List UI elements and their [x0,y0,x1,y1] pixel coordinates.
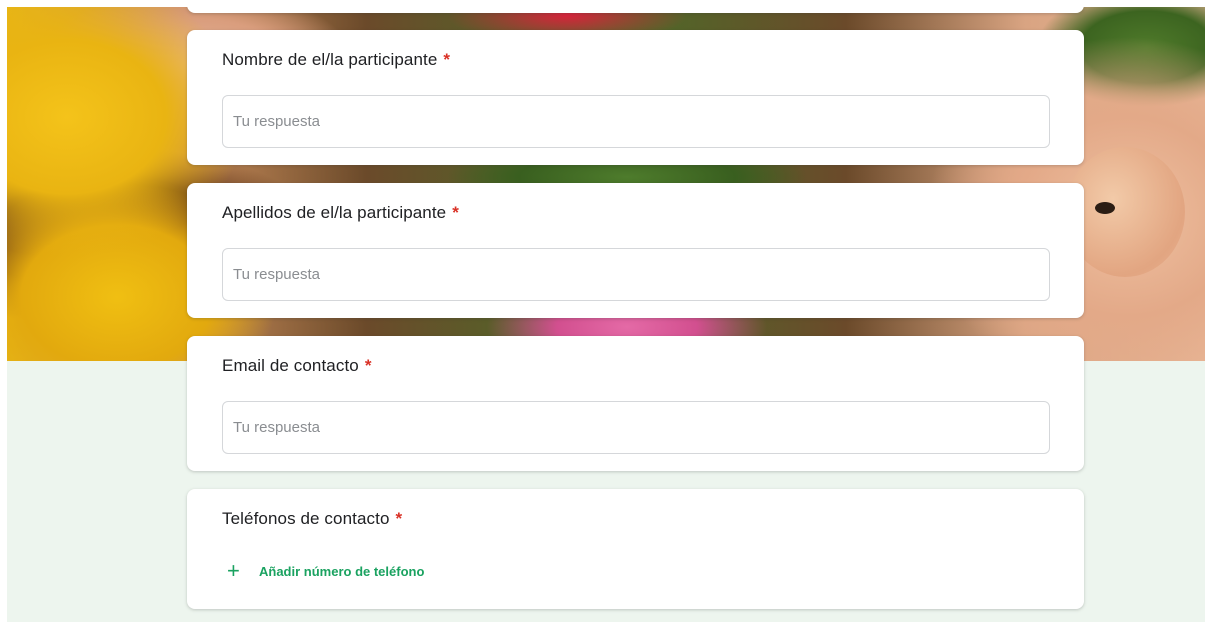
question-label: Teléfonos de contacto [222,509,390,528]
question-title: Teléfonos de contacto * [222,509,402,529]
hero-child-eye [1095,202,1115,214]
apellidos-input[interactable] [222,248,1050,301]
question-card-nombre: Nombre de el/la participante * [187,30,1084,165]
plus-icon: + [227,558,240,583]
add-phone-label: Añadir número de teléfono [259,563,425,579]
question-title: Nombre de el/la participante * [222,50,450,70]
question-label: Email de contacto [222,356,359,375]
question-title: Apellidos de el/la participante * [222,203,459,223]
required-asterisk: * [443,50,451,69]
form-page: Nombre de el/la participante * Apellidos … [7,7,1205,622]
add-phone-button[interactable]: + Añadir número de teléfono [227,560,424,582]
required-asterisk: * [452,203,459,222]
question-label: Apellidos de el/la participante [222,203,447,222]
required-asterisk: * [364,356,372,375]
question-card-email: Email de contacto * [187,336,1084,471]
required-asterisk: * [395,509,403,528]
question-label: Nombre de el/la participante [222,50,438,69]
nombre-input[interactable] [222,95,1050,148]
question-title: Email de contacto * [222,356,372,376]
previous-card-edge [187,7,1084,13]
email-input[interactable] [222,401,1050,454]
question-card-telefonos: Teléfonos de contacto * + Añadir número d… [187,489,1084,609]
question-card-apellidos: Apellidos de el/la participante * [187,183,1084,318]
